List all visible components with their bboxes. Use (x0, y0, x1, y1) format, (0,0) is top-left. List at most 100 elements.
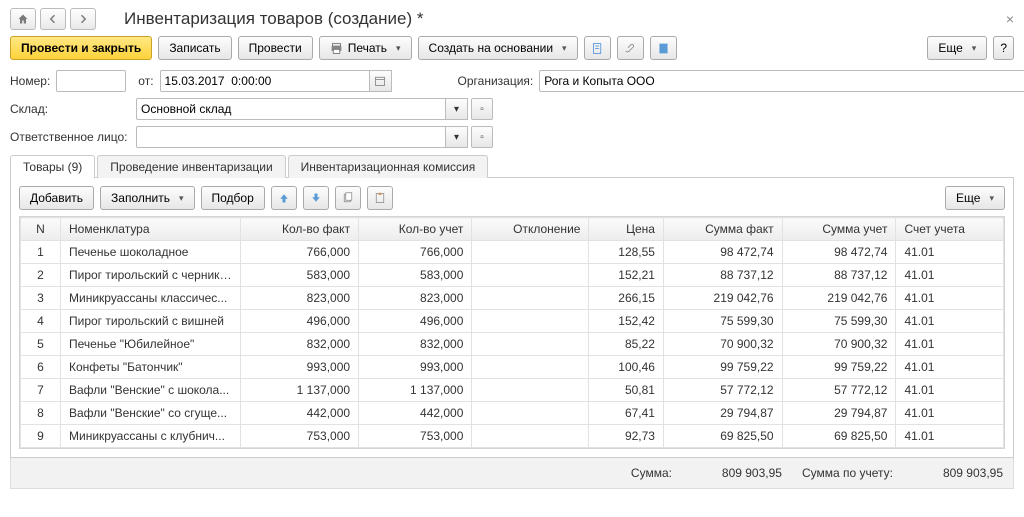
cell-account[interactable]: 41.01 (896, 241, 1004, 264)
cell-deviation[interactable] (472, 333, 589, 356)
cell-sum-acc[interactable]: 29 794,87 (782, 402, 896, 425)
save-button[interactable]: Записать (158, 36, 231, 60)
cell-n[interactable]: 6 (21, 356, 61, 379)
cell-price[interactable]: 100,46 (589, 356, 664, 379)
cell-sum-fact[interactable]: 57 772,12 (663, 379, 782, 402)
cell-qty-acc[interactable]: 823,000 (359, 287, 472, 310)
cell-nomenclature[interactable]: Печенье "Юбилейное" (61, 333, 241, 356)
cell-qty-acc[interactable]: 753,000 (359, 425, 472, 448)
cell-sum-fact[interactable]: 29 794,87 (663, 402, 782, 425)
cell-sum-acc[interactable]: 69 825,50 (782, 425, 896, 448)
close-icon[interactable]: × (1006, 11, 1014, 27)
col-deviation[interactable]: Отклонение (472, 218, 589, 241)
cell-deviation[interactable] (472, 264, 589, 287)
cell-sum-fact[interactable]: 88 737,12 (663, 264, 782, 287)
cell-qty-acc[interactable]: 1 137,000 (359, 379, 472, 402)
cell-nomenclature[interactable]: Пирог тирольский с вишней (61, 310, 241, 333)
cell-qty-fact[interactable]: 1 137,000 (241, 379, 359, 402)
cell-nomenclature[interactable]: Миникруассаны с клубнич... (61, 425, 241, 448)
cell-qty-fact[interactable]: 496,000 (241, 310, 359, 333)
table-row[interactable]: 6Конфеты "Батончик"993,000993,000100,469… (21, 356, 1004, 379)
table-row[interactable]: 7Вафли "Венские" с шокола...1 137,0001 1… (21, 379, 1004, 402)
cell-price[interactable]: 92,73 (589, 425, 664, 448)
tab-inventory-process[interactable]: Проведение инвентаризации (97, 155, 285, 178)
cell-price[interactable]: 85,22 (589, 333, 664, 356)
cell-sum-fact[interactable]: 70 900,32 (663, 333, 782, 356)
add-row-button[interactable]: Добавить (19, 186, 94, 210)
cell-price[interactable]: 152,42 (589, 310, 664, 333)
move-down-button[interactable] (303, 186, 329, 210)
cell-nomenclature[interactable]: Конфеты "Батончик" (61, 356, 241, 379)
table-row[interactable]: 8Вафли "Венские" со сгуще...442,000442,0… (21, 402, 1004, 425)
cell-qty-acc[interactable]: 766,000 (359, 241, 472, 264)
cell-qty-fact[interactable]: 766,000 (241, 241, 359, 264)
attachment-button[interactable] (617, 36, 644, 60)
cell-price[interactable]: 128,55 (589, 241, 664, 264)
cell-qty-fact[interactable]: 442,000 (241, 402, 359, 425)
cell-qty-fact[interactable]: 753,000 (241, 425, 359, 448)
col-sum-acc[interactable]: Сумма учет (782, 218, 896, 241)
cell-qty-acc[interactable]: 832,000 (359, 333, 472, 356)
cell-n[interactable]: 1 (21, 241, 61, 264)
cell-deviation[interactable] (472, 310, 589, 333)
cell-account[interactable]: 41.01 (896, 264, 1004, 287)
fill-button[interactable]: Заполнить (100, 186, 194, 210)
cell-qty-fact[interactable]: 993,000 (241, 356, 359, 379)
number-input[interactable] (56, 70, 126, 92)
col-qty-fact[interactable]: Кол-во факт (241, 218, 359, 241)
cell-qty-acc[interactable]: 993,000 (359, 356, 472, 379)
date-input[interactable] (160, 70, 370, 92)
calendar-button[interactable] (370, 70, 392, 92)
cell-account[interactable]: 41.01 (896, 402, 1004, 425)
create-based-on-button[interactable]: Создать на основании (418, 36, 578, 60)
cell-qty-fact[interactable]: 823,000 (241, 287, 359, 310)
warehouse-input[interactable] (136, 98, 446, 120)
cell-nomenclature[interactable]: Вафли "Венские" с шокола... (61, 379, 241, 402)
cell-nomenclature[interactable]: Вафли "Венские" со сгуще... (61, 402, 241, 425)
cell-price[interactable]: 67,41 (589, 402, 664, 425)
move-up-button[interactable] (271, 186, 297, 210)
cell-sum-fact[interactable]: 219 042,76 (663, 287, 782, 310)
attach-file-button[interactable] (584, 36, 611, 60)
table-row[interactable]: 1Печенье шоколадное766,000766,000128,559… (21, 241, 1004, 264)
cell-n[interactable]: 8 (21, 402, 61, 425)
warehouse-open-button[interactable]: ▫ (471, 98, 493, 120)
tab-goods[interactable]: Товары (9) (10, 155, 95, 178)
cell-qty-acc[interactable]: 442,000 (359, 402, 472, 425)
cell-n[interactable]: 3 (21, 287, 61, 310)
cell-sum-acc[interactable]: 219 042,76 (782, 287, 896, 310)
cell-account[interactable]: 41.01 (896, 287, 1004, 310)
tab-more-button[interactable]: Еще (945, 186, 1005, 210)
responsible-dropdown-button[interactable]: ▾ (446, 126, 468, 148)
col-n[interactable]: N (21, 218, 61, 241)
col-price[interactable]: Цена (589, 218, 664, 241)
cell-qty-fact[interactable]: 832,000 (241, 333, 359, 356)
cell-sum-fact[interactable]: 69 825,50 (663, 425, 782, 448)
cell-nomenclature[interactable]: Печенье шоколадное (61, 241, 241, 264)
cell-deviation[interactable] (472, 356, 589, 379)
post-button[interactable]: Провести (238, 36, 313, 60)
cell-n[interactable]: 7 (21, 379, 61, 402)
cell-n[interactable]: 2 (21, 264, 61, 287)
warehouse-dropdown-button[interactable]: ▾ (446, 98, 468, 120)
responsible-input[interactable] (136, 126, 446, 148)
cell-nomenclature[interactable]: Пирог тирольский с черникой (61, 264, 241, 287)
cell-deviation[interactable] (472, 402, 589, 425)
cell-account[interactable]: 41.01 (896, 379, 1004, 402)
cell-qty-fact[interactable]: 583,000 (241, 264, 359, 287)
cell-n[interactable]: 4 (21, 310, 61, 333)
cell-n[interactable]: 9 (21, 425, 61, 448)
cell-price[interactable]: 266,15 (589, 287, 664, 310)
cell-price[interactable]: 152,21 (589, 264, 664, 287)
org-input[interactable] (539, 70, 1024, 92)
cell-sum-acc[interactable]: 57 772,12 (782, 379, 896, 402)
table-row[interactable]: 9Миникруассаны с клубнич...753,000753,00… (21, 425, 1004, 448)
cell-sum-acc[interactable]: 99 759,22 (782, 356, 896, 379)
cell-deviation[interactable] (472, 241, 589, 264)
copy-button[interactable] (335, 186, 361, 210)
back-button[interactable] (40, 8, 66, 30)
cell-n[interactable]: 5 (21, 333, 61, 356)
tab-commission[interactable]: Инвентаризационная комиссия (288, 155, 489, 178)
cell-deviation[interactable] (472, 379, 589, 402)
post-and-close-button[interactable]: Провести и закрыть (10, 36, 152, 60)
